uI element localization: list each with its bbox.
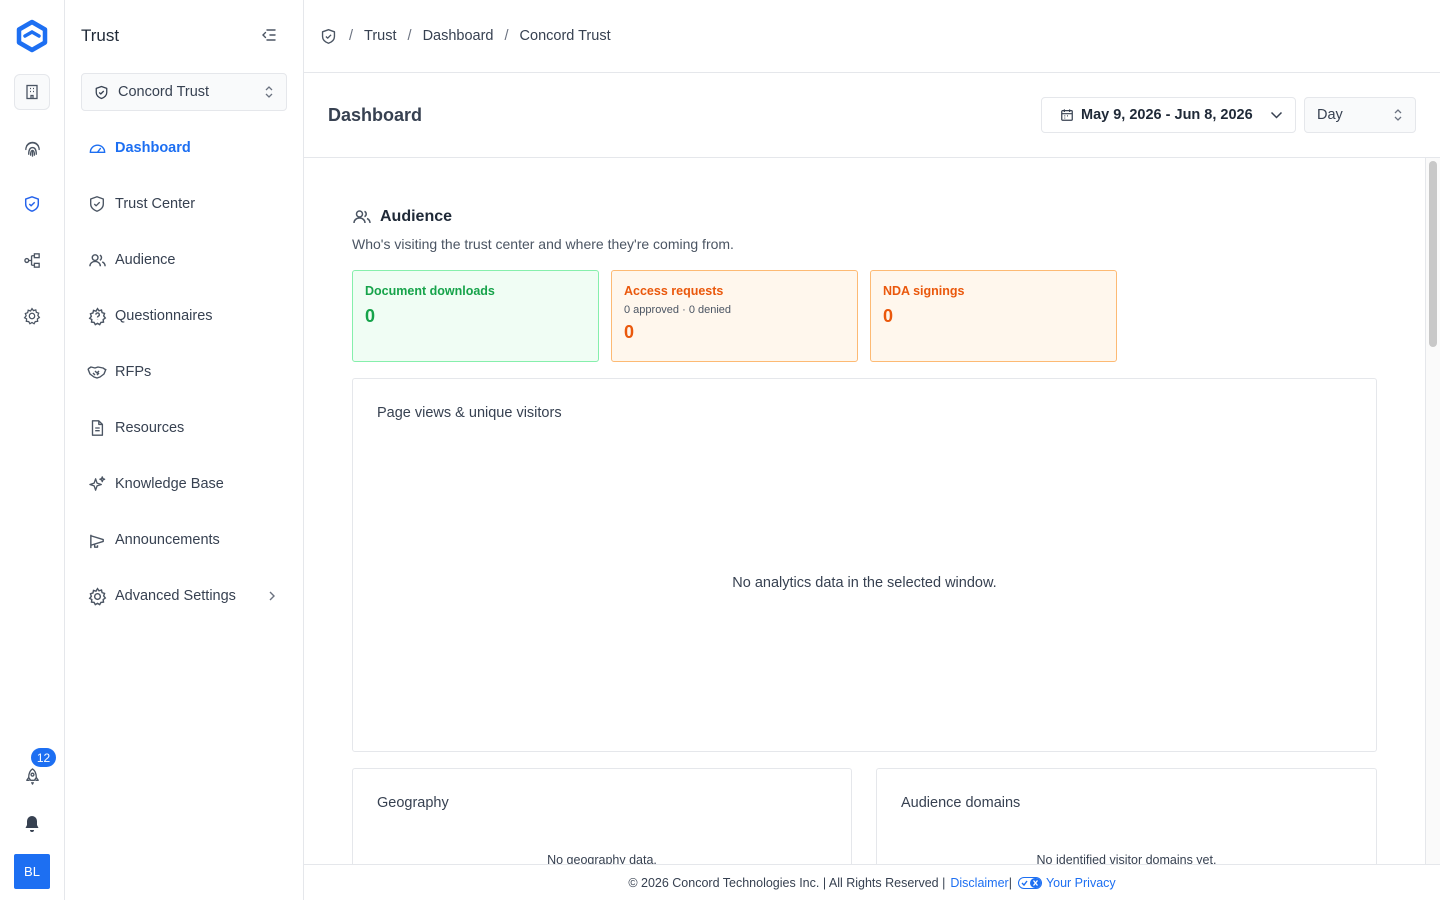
gear-icon bbox=[87, 586, 107, 606]
breadcrumb-item-trust[interactable]: Trust bbox=[364, 28, 397, 44]
sidebar-nav: Dashboard Trust Center Audience Question… bbox=[65, 120, 304, 624]
sidebar-item-label: Knowledge Base bbox=[115, 476, 224, 492]
stat-label: NDA signings bbox=[883, 284, 965, 298]
sidebar-item-label: Questionnaires bbox=[115, 308, 213, 324]
privacy-options-icon bbox=[1017, 876, 1042, 889]
card-title: Geography bbox=[377, 795, 449, 811]
breadcrumb-item-dashboard[interactable]: Dashboard bbox=[423, 28, 494, 44]
page-header: Dashboard May 9, 2026 - Jun 8, 2026 Day bbox=[304, 73, 1440, 158]
sidebar-item-dashboard[interactable]: Dashboard bbox=[65, 120, 304, 176]
sidebar-item-label: Dashboard bbox=[115, 140, 191, 156]
users-icon bbox=[87, 250, 107, 270]
sidebar-item-label: Trust Center bbox=[115, 196, 196, 212]
stat-label: Document downloads bbox=[365, 284, 495, 298]
stat-label: Access requests bbox=[624, 284, 724, 298]
sidebar-item-label: Announcements bbox=[115, 532, 220, 548]
gear-icon[interactable] bbox=[14, 298, 50, 334]
stat-value: 0 bbox=[883, 306, 894, 326]
footer: © 2026 Concord Technologies Inc. | All R… bbox=[304, 864, 1440, 900]
app-rail: 12 BL bbox=[0, 0, 65, 900]
sidebar-item-questionnaires[interactable]: Questionnaires bbox=[65, 288, 304, 344]
stat-card-document-downloads: Document downloads 0 bbox=[352, 270, 599, 362]
stat-sublabel: 0 approved · 0 denied bbox=[624, 304, 732, 316]
audience-heading: Audience bbox=[352, 208, 452, 226]
sidebar-item-knowledge-base[interactable]: Knowledge Base bbox=[65, 456, 304, 512]
fingerprint-icon[interactable] bbox=[14, 130, 50, 166]
disclaimer-link[interactable]: Disclaimer bbox=[950, 876, 1008, 890]
footer-divider: | bbox=[1008, 875, 1012, 890]
empty-state-text: No identified visitor domains yet. bbox=[1036, 853, 1217, 864]
page-views-card: Page views & unique visitors No analytic… bbox=[352, 378, 1377, 752]
organization-select[interactable]: Concord Trust bbox=[81, 73, 287, 111]
breadcrumb-separator: / bbox=[407, 28, 412, 44]
sidebar-item-label: RFPs bbox=[115, 364, 152, 380]
empty-state-text: No geography data. bbox=[547, 853, 657, 864]
gauge-icon bbox=[87, 138, 107, 158]
chevron-right-icon bbox=[268, 590, 276, 602]
audience-subtitle: Who's visiting the trust center and wher… bbox=[352, 236, 734, 252]
shield-check-icon bbox=[94, 85, 109, 100]
shield-check-icon[interactable] bbox=[320, 28, 337, 45]
sidebar-item-label: Audience bbox=[115, 252, 176, 268]
date-range-value: May 9, 2026 - Jun 8, 2026 bbox=[1081, 107, 1253, 123]
organization-select-value: Concord Trust bbox=[118, 84, 210, 100]
main-content: Audience Who's visiting the trust center… bbox=[304, 158, 1425, 864]
sidebar-item-trust-center[interactable]: Trust Center bbox=[65, 176, 304, 232]
shield-check-icon bbox=[87, 194, 107, 214]
your-privacy-link[interactable]: Your Privacy bbox=[1046, 876, 1116, 890]
workflow-icon[interactable] bbox=[14, 242, 50, 278]
sidebar: Trust Concord Trust Dashboard Trust Cent… bbox=[65, 0, 304, 900]
chevron-up-down-icon bbox=[1393, 108, 1403, 122]
megaphone-icon bbox=[87, 530, 107, 550]
stat-value: 0 bbox=[365, 306, 376, 326]
page-title: Dashboard bbox=[328, 105, 423, 125]
calendar-icon bbox=[1060, 108, 1074, 122]
scrollbar-thumb[interactable] bbox=[1429, 161, 1437, 347]
date-range-picker[interactable]: May 9, 2026 - Jun 8, 2026 bbox=[1041, 97, 1296, 133]
document-icon bbox=[87, 418, 107, 438]
collapse-sidebar-icon[interactable] bbox=[261, 27, 277, 43]
sparkles-icon bbox=[87, 474, 107, 494]
breadcrumb-separator: / bbox=[504, 28, 509, 44]
card-title: Audience domains bbox=[901, 795, 1021, 811]
question-icon bbox=[87, 306, 107, 326]
shield-check-icon[interactable] bbox=[14, 186, 50, 222]
app-logo[interactable] bbox=[14, 19, 50, 53]
handshake-icon bbox=[87, 362, 107, 382]
stat-card-nda-signings: NDA signings 0 bbox=[870, 270, 1117, 362]
audience-domains-card: Audience domains No identified visitor d… bbox=[876, 768, 1377, 864]
bell-icon[interactable] bbox=[14, 806, 50, 842]
user-avatar[interactable]: BL bbox=[14, 854, 50, 889]
breadcrumb-item-current: Concord Trust bbox=[519, 28, 611, 44]
stat-card-access-requests: Access requests 0 approved · 0 denied 0 bbox=[611, 270, 858, 362]
sidebar-item-label: Resources bbox=[115, 420, 185, 436]
sidebar-item-label: Advanced Settings bbox=[115, 588, 236, 604]
audience-title: Audience bbox=[380, 208, 453, 225]
sidebar-item-announcements[interactable]: Announcements bbox=[65, 512, 304, 568]
card-title: Page views & unique visitors bbox=[377, 405, 562, 421]
sidebar-item-advanced-settings[interactable]: Advanced Settings bbox=[65, 568, 304, 624]
content-scrollbar[interactable] bbox=[1425, 158, 1440, 864]
chevron-down-icon bbox=[1270, 111, 1283, 119]
breadcrumb: / Trust / Dashboard / Concord Trust bbox=[304, 0, 1440, 73]
sidebar-item-audience[interactable]: Audience bbox=[65, 232, 304, 288]
interval-select[interactable]: Day bbox=[1304, 97, 1416, 133]
interval-select-value: Day bbox=[1317, 107, 1343, 123]
geography-card: Geography No geography data. bbox=[352, 768, 852, 864]
sidebar-title: Trust bbox=[81, 26, 120, 45]
notification-count-badge: 12 bbox=[31, 748, 56, 767]
stat-value: 0 bbox=[624, 322, 635, 342]
chevron-up-down-icon bbox=[264, 85, 274, 99]
building-icon[interactable] bbox=[14, 74, 50, 110]
empty-state-text: No analytics data in the selected window… bbox=[732, 575, 997, 591]
breadcrumb-separator: / bbox=[349, 28, 354, 44]
sidebar-item-rfps[interactable]: RFPs bbox=[65, 344, 304, 400]
footer-copyright: © 2026 Concord Technologies Inc. | All R… bbox=[628, 875, 946, 890]
users-icon bbox=[352, 208, 372, 226]
sidebar-item-resources[interactable]: Resources bbox=[65, 400, 304, 456]
